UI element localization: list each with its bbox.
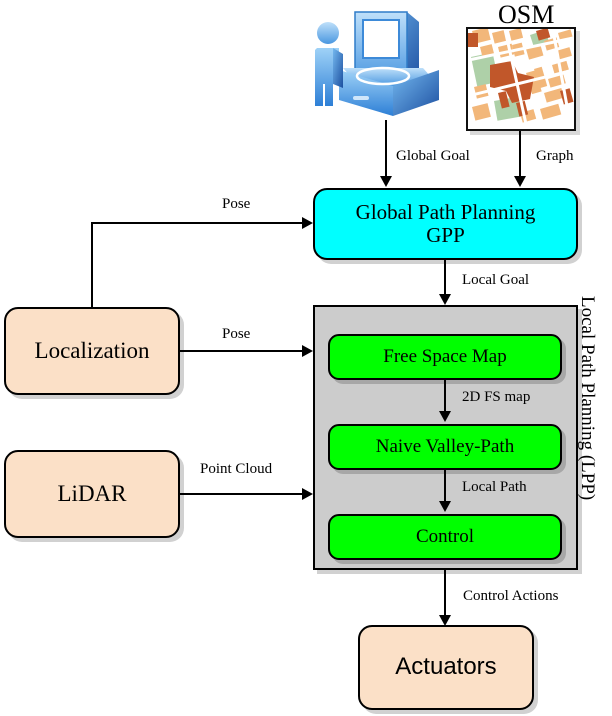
node-global-path-planning[interactable]: Global Path Planning GPP [313,188,578,260]
edge-label-point-cloud: Point Cloud [200,461,273,477]
node-naive-valley-path-label: Naive Valley-Path [375,435,515,457]
group-lpp-label: Local Path Planning (LPP) [577,296,598,501]
node-free-space-map-label: Free Space Map [383,345,507,367]
node-lidar-label: LiDAR [57,481,127,507]
node-actuators-label: Actuators [395,653,497,681]
edge-pose-gpp-arrowhead [302,217,313,229]
edge-local-path-arrowhead [439,501,451,512]
edge-pose-gpp-vertical [91,222,93,309]
edge-label-local-goal: Local Goal [462,272,530,288]
edge-local-goal-line [444,260,446,296]
edge-pose-gpp-horizontal [91,222,305,224]
node-gpp-line1: Global Path Planning [355,199,536,224]
edge-label-control-actions: Control Actions [463,588,559,604]
node-free-space-map[interactable]: Free Space Map [328,334,562,380]
node-actuators[interactable]: Actuators [358,625,534,710]
osm-map-thumbnail [466,27,576,131]
edge-2d-fs-map-line [444,380,446,413]
edge-label-graph: Graph [536,148,574,164]
edge-local-goal-arrowhead [439,294,451,305]
edge-label-pose-gpp: Pose [222,196,251,212]
edge-global-goal-arrowhead [380,176,392,187]
osm-title: OSM [498,0,555,29]
node-naive-valley-path[interactable]: Naive Valley-Path [328,424,562,470]
edge-graph-arrowhead [514,176,526,187]
edge-label-pose-lpp: Pose [222,326,251,342]
edge-graph-line [519,131,521,178]
node-lidar[interactable]: LiDAR [4,450,180,538]
node-control[interactable]: Control [328,514,562,560]
edge-pose-lpp-arrowhead [302,345,313,357]
node-localization[interactable]: Localization [4,307,180,395]
edge-pose-lpp-line [180,350,305,352]
edge-global-goal-line [385,120,387,178]
node-gpp-text: Global Path Planning GPP [355,199,536,247]
edge-label-global-goal: Global Goal [396,148,470,164]
edge-point-cloud-arrowhead [302,488,313,500]
edge-control-actions-line [444,570,446,617]
edge-point-cloud-line [180,493,305,495]
user-at-computer-icon [303,8,443,131]
node-control-label: Control [415,525,475,547]
edge-label-2d-fs-map: 2D FS map [462,389,531,405]
edge-2d-fs-map-arrowhead [439,411,451,422]
node-gpp-line2: GPP [426,223,465,247]
node-localization-label: Localization [34,338,150,364]
diagram-canvas: OSM Global Goal Graph Global Path Planni… [0,0,612,716]
edge-label-local-path: Local Path [462,479,527,495]
edge-local-path-line [444,470,446,503]
